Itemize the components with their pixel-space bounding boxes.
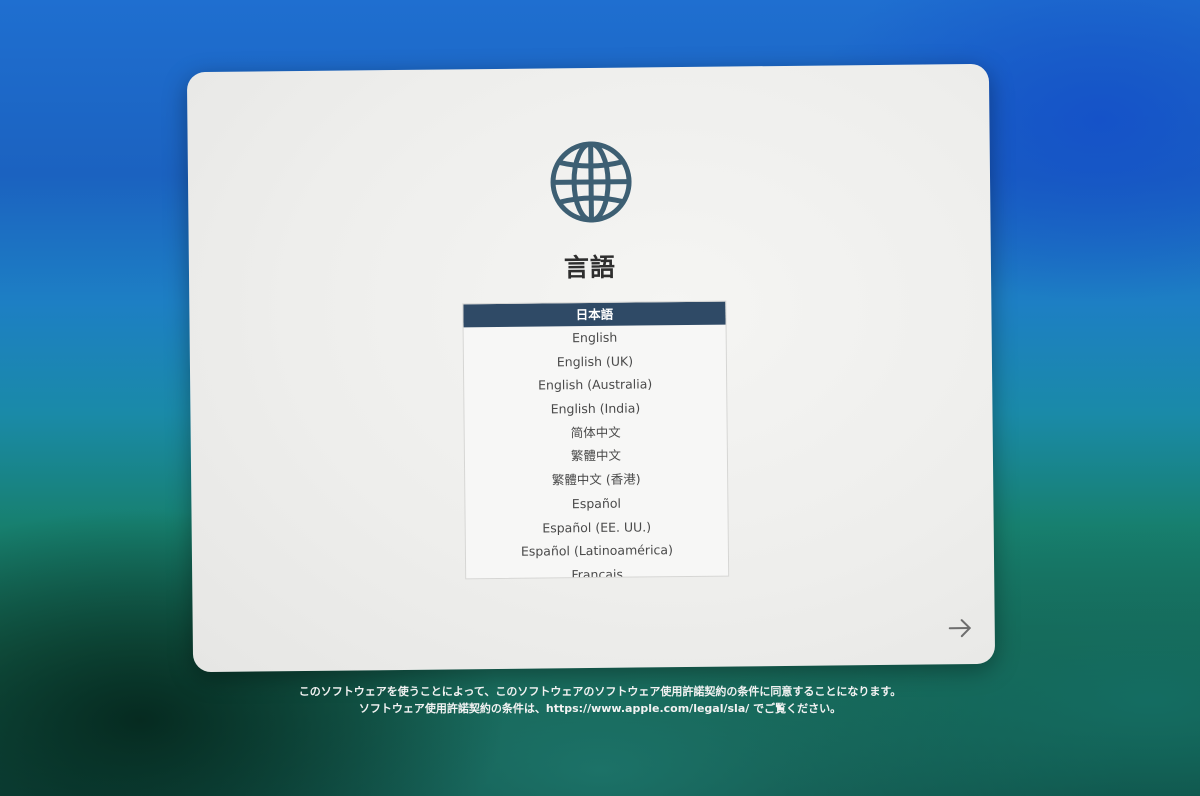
language-option-english-uk[interactable]: English (UK) <box>464 348 726 374</box>
language-option-spanish-latam[interactable]: Español (Latinoamérica) <box>466 538 728 564</box>
language-setup-window: 言語 日本語 English English (UK) English (Aus… <box>186 63 996 673</box>
language-option-traditional-chinese-hk[interactable]: 繁體中文 (香港) <box>465 467 727 493</box>
language-option-french[interactable]: Français <box>466 561 728 580</box>
globe-icon <box>550 141 632 223</box>
language-option-english[interactable]: English <box>464 325 726 351</box>
language-option-spanish[interactable]: Español <box>465 490 727 516</box>
language-option-english-india[interactable]: English (India) <box>464 396 726 422</box>
page-title: 言語 <box>563 252 617 283</box>
language-list[interactable]: 日本語 English English (UK) English (Austra… <box>462 300 730 580</box>
language-option-english-australia[interactable]: English (Australia) <box>464 372 726 398</box>
language-option-simplified-chinese[interactable]: 简体中文 <box>465 419 727 445</box>
language-option-spanish-us[interactable]: Español (EE. UU.) <box>466 514 728 540</box>
license-notice-line-1: このソフトウェアを使うことによって、このソフトウェアのソフトウェア使用許諾契約の… <box>298 685 902 698</box>
license-notice-line-2: ソフトウェア使用許諾契約の条件は、https://www.apple.com/l… <box>358 702 842 715</box>
right-arrow-icon[interactable] <box>945 616 975 640</box>
language-option-japanese[interactable]: 日本語 <box>463 301 726 328</box>
language-option-traditional-chinese[interactable]: 繁體中文 <box>465 443 727 469</box>
